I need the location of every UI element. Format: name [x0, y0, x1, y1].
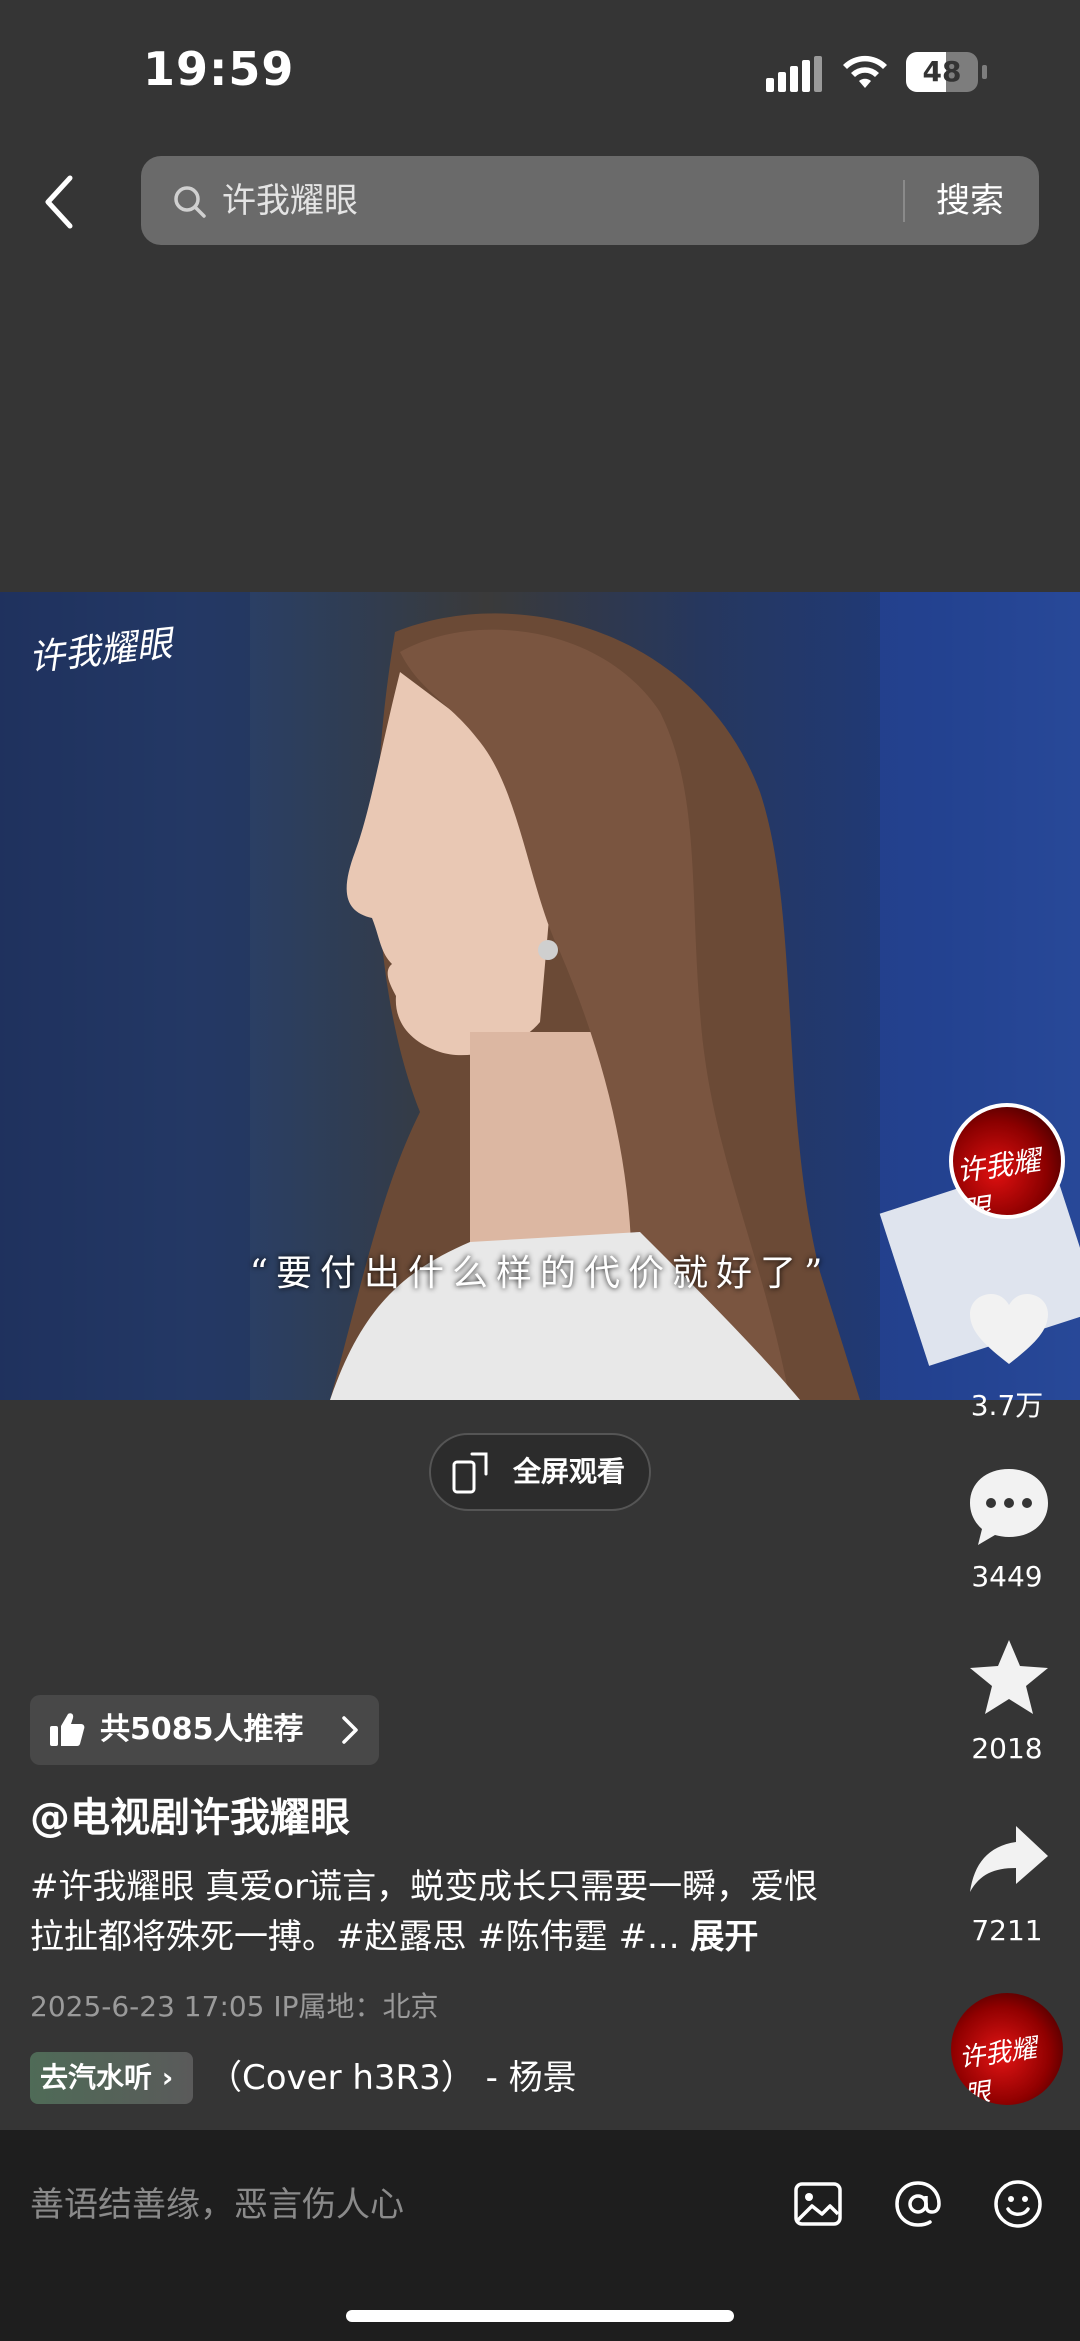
emoji-icon[interactable]: [992, 2178, 1044, 2230]
search-divider: [903, 180, 905, 222]
music-title[interactable]: （Cover h3R3） - 杨景: [208, 2052, 640, 2104]
image-icon[interactable]: [792, 2178, 844, 2230]
author-avatar[interactable]: 许我耀眼: [949, 1103, 1065, 1219]
share-count: 7211: [971, 1914, 1043, 1947]
star-icon[interactable]: [966, 1636, 1052, 1722]
back-icon[interactable]: [40, 172, 80, 232]
battery-indicator: 48: [906, 52, 987, 92]
avatar-text: 许我耀眼: [954, 1143, 1043, 1219]
thumb-up-icon: [50, 1713, 85, 1746]
cellular-signal-icon: [766, 56, 822, 92]
comment-input[interactable]: 善语结善缘，恶言伤人心: [30, 2180, 404, 2230]
search-icon: [174, 186, 206, 218]
fullscreen-label: 全屏观看: [513, 1455, 626, 1488]
music-disc[interactable]: 许我耀眼: [951, 1993, 1063, 2105]
favorite-count: 2018: [971, 1732, 1043, 1765]
expand-link[interactable]: 展开: [690, 1917, 758, 1957]
comment-icon[interactable]: [966, 1463, 1052, 1549]
heart-icon[interactable]: [966, 1288, 1052, 1374]
video-subtitle: “要付出什么样的代价就好了”: [249, 1253, 831, 1294]
share-icon[interactable]: [966, 1818, 1052, 1904]
post-description: #许我耀眼 真爱or谎言，蜕变成长只需要一瞬，爱恨拉扯都将殊死一搏。#赵露思 #…: [30, 1862, 850, 1962]
music-disc-text: 许我耀眼: [957, 2033, 1039, 2105]
music-chip-text: 去汽水听: [40, 2061, 153, 2094]
post-meta: 2025-6-23 17:05 IP属地：北京: [30, 1990, 439, 2023]
wifi-icon: [843, 55, 887, 88]
video-player[interactable]: 许我耀眼 “要付出什么样的代价就好了”: [0, 592, 1080, 1400]
home-indicator: [346, 2310, 734, 2322]
like-count: 3.7万: [970, 1389, 1044, 1422]
status-time: 19:59: [143, 42, 295, 96]
fullscreen-icon: [452, 1452, 488, 1494]
search-button[interactable]: 搜索: [936, 176, 1004, 226]
author-name[interactable]: @电视剧许我耀眼: [30, 1790, 350, 1846]
music-chip-label: 去汽水听 ›: [40, 2061, 174, 2094]
search-input[interactable]: 许我耀眼: [222, 176, 358, 226]
battery-level: 48: [922, 55, 962, 88]
chevron-right-icon: [342, 1716, 358, 1744]
at-icon[interactable]: [892, 2178, 944, 2230]
comment-count: 3449: [971, 1560, 1043, 1593]
recommend-label: 共5085人推荐: [100, 1712, 304, 1747]
